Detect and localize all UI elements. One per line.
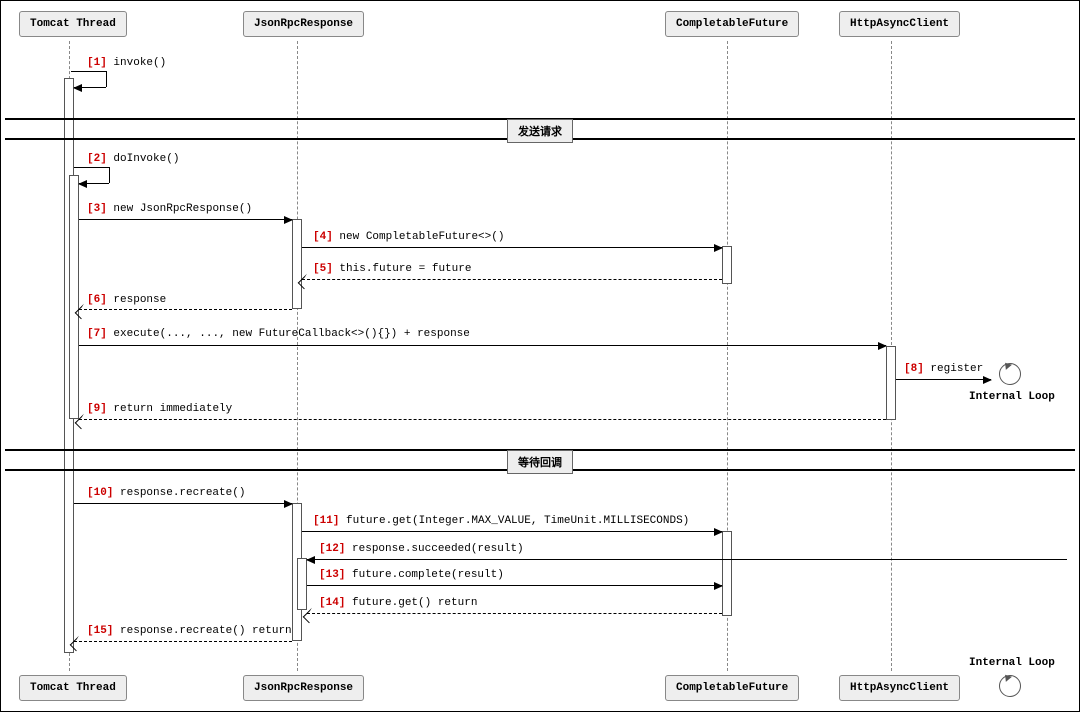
msg-7: [7] execute(..., ..., new FutureCallback… bbox=[87, 328, 470, 340]
msg-13: [13] future.complete(result) bbox=[319, 569, 504, 581]
participant-top-future: CompletableFuture bbox=[665, 11, 799, 37]
arrow-13 bbox=[307, 585, 722, 586]
activation-tomcat-inner bbox=[69, 175, 79, 419]
msg-4: [4] new CompletableFuture<>() bbox=[313, 231, 504, 243]
msg-2: [2] doInvoke() bbox=[87, 153, 179, 165]
msg-8: [8] register bbox=[904, 363, 983, 375]
msg-3: [3] new JsonRpcResponse() bbox=[87, 203, 252, 215]
arrow-10 bbox=[74, 503, 292, 504]
divider-label-1: 发送请求 bbox=[507, 119, 573, 143]
msg-12: [12] response.succeeded(result) bbox=[319, 543, 524, 555]
arrow-15 bbox=[74, 641, 292, 642]
internal-loop-label-bottom: Internal Loop bbox=[969, 657, 1055, 669]
msg-5: [5] this.future = future bbox=[313, 263, 471, 275]
msg-9: [9] return immediately bbox=[87, 403, 232, 415]
participant-top-jsonrpc: JsonRpcResponse bbox=[243, 11, 364, 37]
participant-top-httpclient: HttpAsyncClient bbox=[839, 11, 960, 37]
arrow-11 bbox=[302, 531, 722, 532]
msg-15: [15] response.recreate() return bbox=[87, 625, 292, 637]
participant-top-tomcat: Tomcat Thread bbox=[19, 11, 127, 37]
arrow-9 bbox=[79, 419, 886, 420]
msg-6: [6] response bbox=[87, 294, 166, 306]
activation-future-2 bbox=[722, 531, 732, 616]
msg-14: [14] future.get() return bbox=[319, 597, 477, 609]
activation-jsonrpc-1 bbox=[292, 219, 302, 309]
sequence-diagram: Tomcat Thread JsonRpcResponse Completabl… bbox=[0, 0, 1080, 712]
arrow-4 bbox=[302, 247, 722, 248]
arrow-6 bbox=[79, 309, 292, 310]
activation-httpclient bbox=[886, 346, 896, 420]
arrow-12 bbox=[307, 559, 1067, 560]
internal-loop-icon-bottom bbox=[999, 675, 1021, 697]
arrow-14 bbox=[307, 613, 722, 614]
msg-10: [10] response.recreate() bbox=[87, 487, 245, 499]
internal-loop-label-top: Internal Loop bbox=[969, 391, 1055, 403]
participant-bottom-tomcat: Tomcat Thread bbox=[19, 675, 127, 701]
participant-bottom-future: CompletableFuture bbox=[665, 675, 799, 701]
msg-1: [1] invoke() bbox=[87, 57, 166, 69]
msg-11: [11] future.get(Integer.MAX_VALUE, TimeU… bbox=[313, 515, 689, 527]
arrow-8 bbox=[896, 379, 991, 380]
arrow-7 bbox=[79, 345, 886, 346]
divider-label-2: 等待回调 bbox=[507, 450, 573, 474]
arrow-5 bbox=[302, 279, 722, 280]
participant-bottom-httpclient: HttpAsyncClient bbox=[839, 675, 960, 701]
activation-jsonrpc-2b bbox=[297, 558, 307, 610]
arrow-3 bbox=[79, 219, 292, 220]
participant-bottom-jsonrpc: JsonRpcResponse bbox=[243, 675, 364, 701]
activation-future-1 bbox=[722, 246, 732, 284]
internal-loop-icon-top bbox=[999, 363, 1021, 385]
